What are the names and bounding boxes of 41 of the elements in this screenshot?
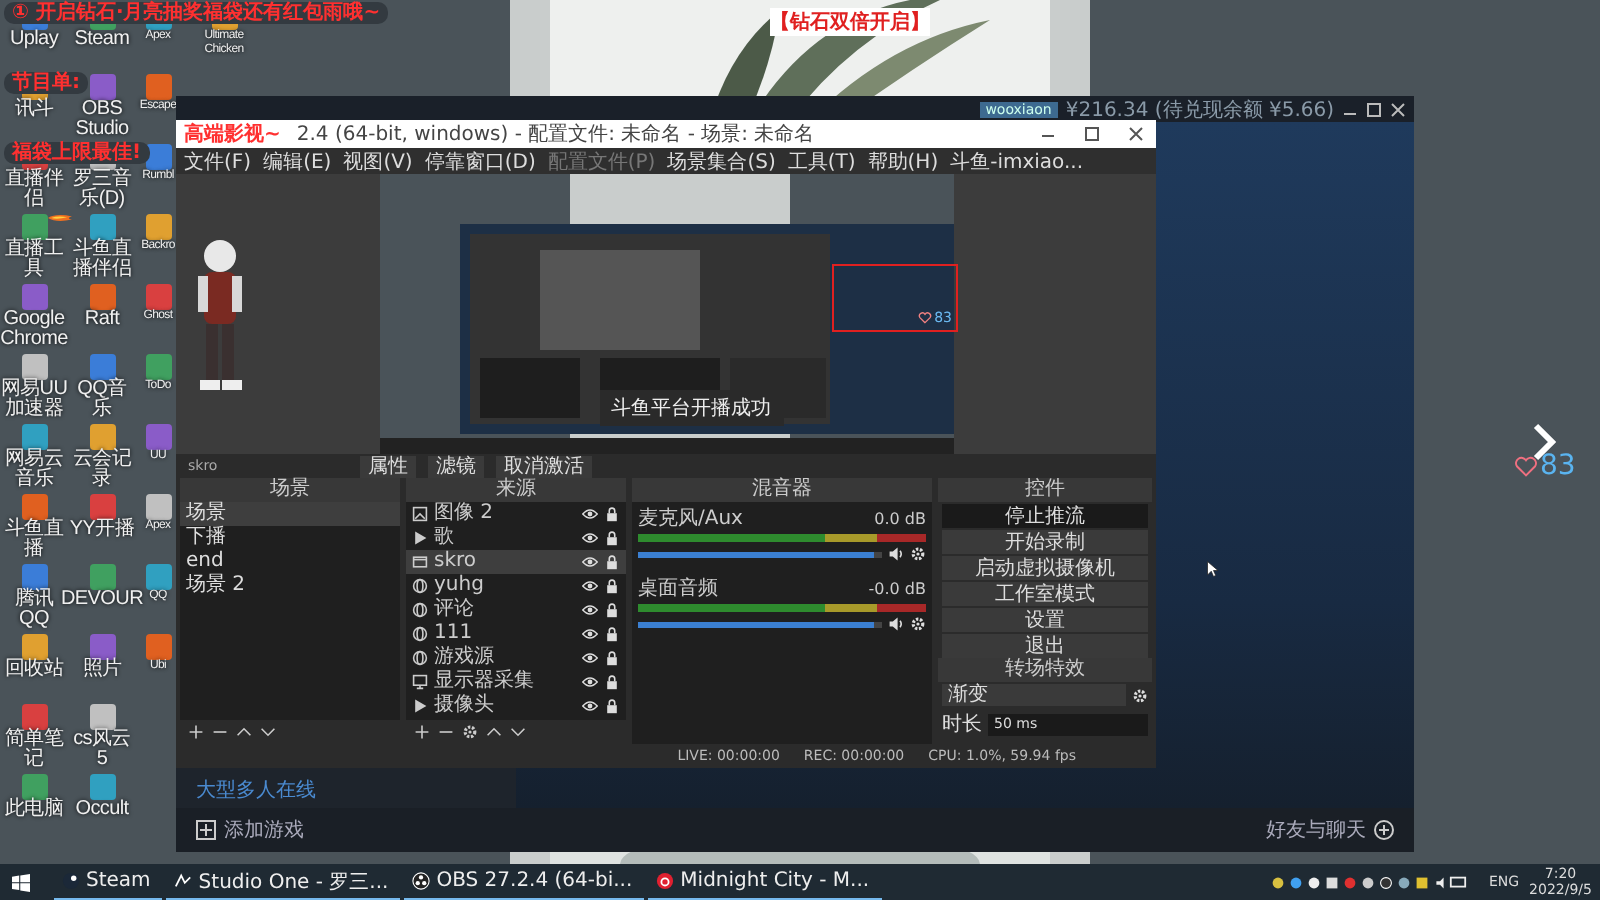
icon-label: 直播伴侣 xyxy=(2,170,66,210)
icon-label: Occult xyxy=(75,800,129,820)
icon-label: 直播工具 xyxy=(2,240,66,280)
icon-label: Steam xyxy=(74,30,130,50)
icon-label: 简单笔记 xyxy=(2,730,66,770)
dock-title: 来源 xyxy=(406,478,626,503)
icon-label: 回收站 xyxy=(4,660,64,680)
dock-title: 混音器 xyxy=(632,478,932,503)
duration-label: 时长 xyxy=(942,711,982,739)
channel-name: 麦克风/Aux xyxy=(638,508,743,531)
icon-label: 斗鱼直播伴侣 xyxy=(70,240,134,280)
banner-text: 【钻石双倍开启】 xyxy=(770,8,930,36)
volume-reading: 0.0 dB xyxy=(874,508,926,531)
like-count: 83 xyxy=(1540,450,1576,482)
icon-label: 罗三音乐(D) xyxy=(70,170,134,210)
toast-message: 斗鱼平台开播成功 xyxy=(599,390,783,426)
icon-label: OBS Studio xyxy=(73,100,131,140)
dock-title: 控件 xyxy=(938,478,1152,503)
icon-label: Uplay xyxy=(9,30,59,50)
icon-label: 斗鱼直播 xyxy=(2,520,66,560)
icon-label: cs风云 5 xyxy=(71,730,133,770)
sticker-toast: ① 开启钻石·月亮抽奖福袋还有红包雨哦~ xyxy=(4,2,389,24)
channel-name: 桌面音频 xyxy=(638,578,718,601)
icon-label: 讯斗 xyxy=(14,100,54,120)
icon-label: YY开播 xyxy=(69,520,135,540)
dock-title: 场景 xyxy=(180,478,400,503)
icon-label: 云会记录 xyxy=(70,450,134,490)
window-title: 2.4 (64-bit, windows) - 配置文件: 未命名 - 场景: 未命名 xyxy=(296,121,817,148)
icon-label: 此电脑 xyxy=(4,800,64,820)
icon-label: 网易UU加速器 xyxy=(0,380,68,420)
icon-label: 腾讯QQ xyxy=(12,590,56,630)
dock-title: 转场特效 xyxy=(938,658,1152,683)
wallet-balance: ¥216.34 (待兑现余额 ¥5.66) xyxy=(1065,97,1334,123)
icon-label: DEVOUR xyxy=(61,590,143,610)
icon-label: 网易云音乐 xyxy=(2,450,66,490)
icon-label: Google Chrome xyxy=(0,310,68,350)
icon-label: Raft xyxy=(84,310,120,330)
icon-label: QQ音乐 xyxy=(75,380,129,420)
sticker-toast: 节目单: xyxy=(4,72,88,94)
volume-reading: -0.0 dB xyxy=(868,578,926,601)
icon-label: 照片 xyxy=(82,660,122,680)
